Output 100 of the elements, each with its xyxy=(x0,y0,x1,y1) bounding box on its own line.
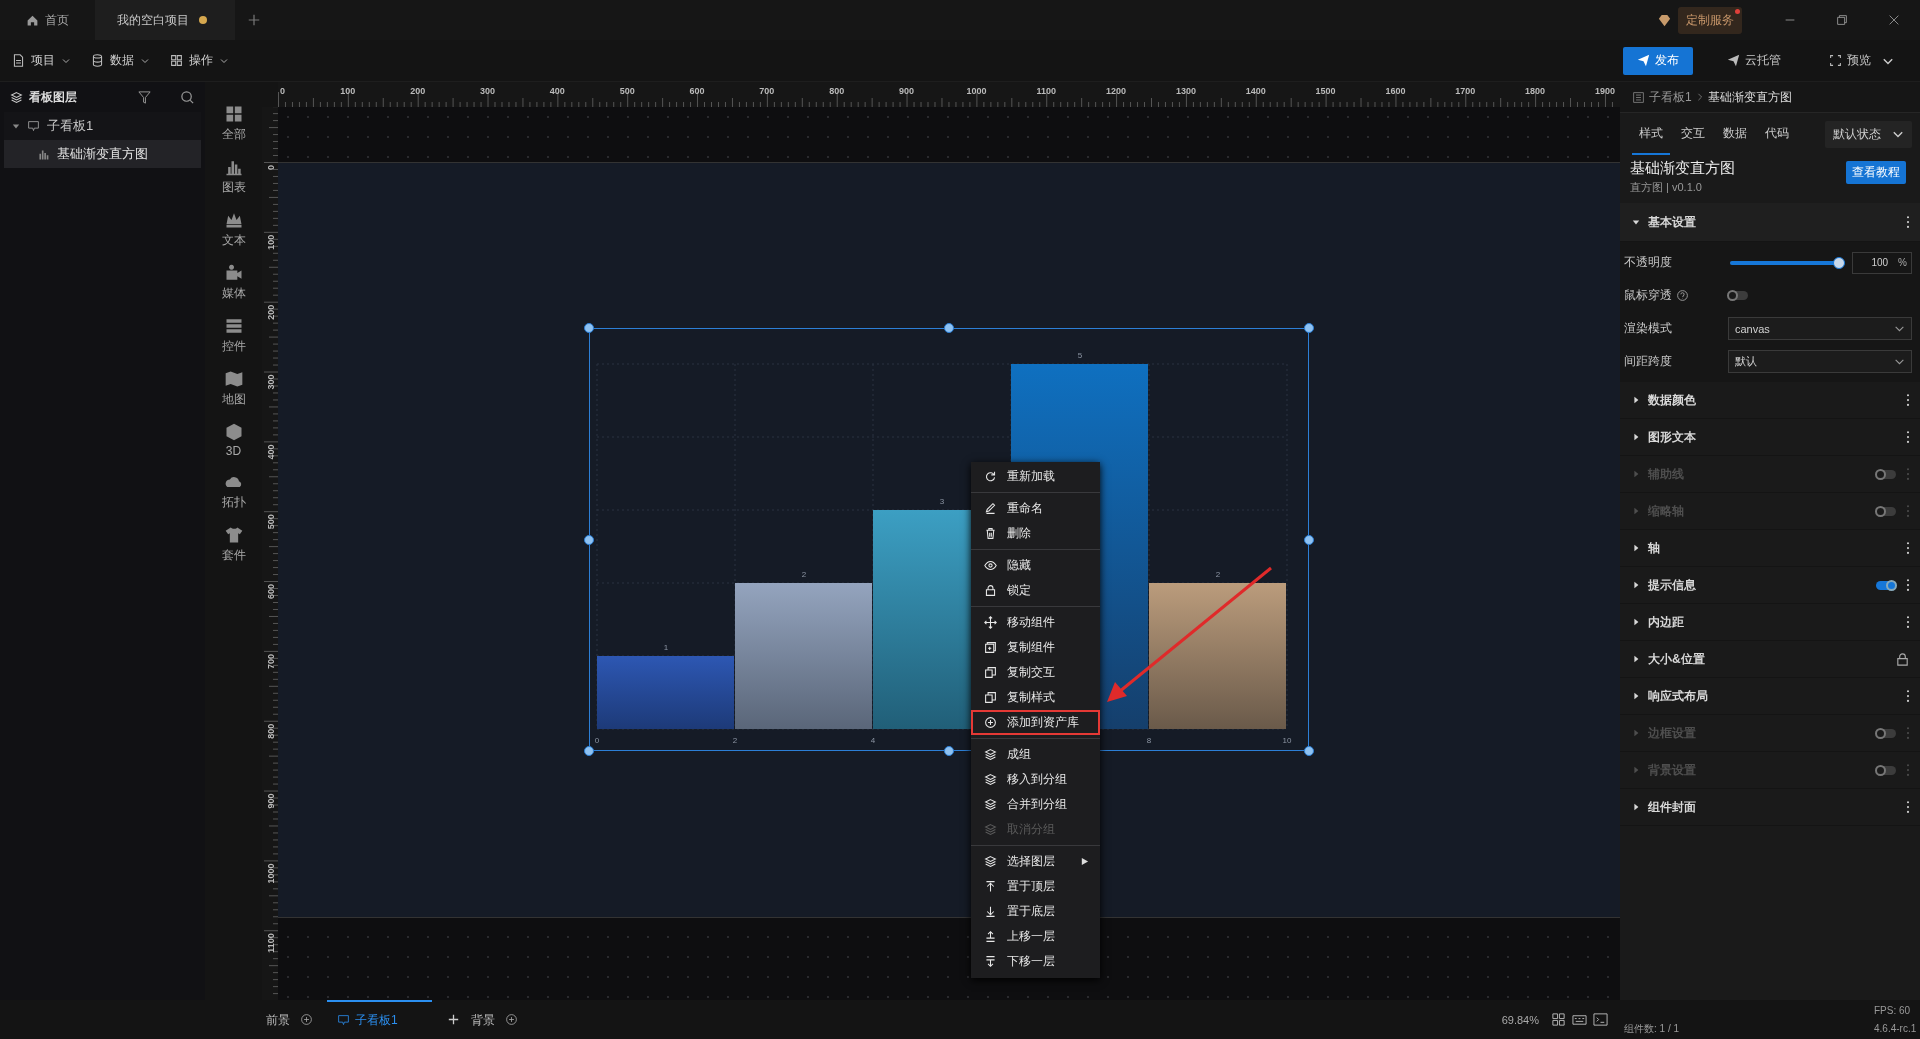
menu-item[interactable]: 复制组件 xyxy=(971,635,1100,660)
section-header[interactable]: 大小&位置 xyxy=(1632,650,1895,668)
inspector-tab[interactable]: 样式 xyxy=(1632,113,1670,155)
caret-icon xyxy=(1632,470,1640,478)
filter-icon[interactable] xyxy=(137,89,152,105)
caret-icon[interactable] xyxy=(12,122,20,130)
menu-item[interactable]: 置于底层 xyxy=(971,899,1100,924)
category-button[interactable]: 控件 xyxy=(221,316,246,355)
menu-item[interactable]: 合并到分组 xyxy=(971,792,1100,817)
ruler-label: 500 xyxy=(266,514,276,530)
menu-item[interactable]: 重新加载 xyxy=(971,464,1100,489)
category-button[interactable]: 全部 xyxy=(221,104,246,143)
menu-item[interactable]: 复制交互 xyxy=(971,660,1100,685)
resize-handle[interactable] xyxy=(584,323,594,333)
layers-icon xyxy=(984,798,997,811)
inspector-tab[interactable]: 代码 xyxy=(1758,113,1796,155)
terminal-icon[interactable] xyxy=(1593,1012,1608,1027)
unit-label: % xyxy=(1898,257,1907,268)
layers-icon xyxy=(984,748,997,761)
category-button[interactable]: 文本 xyxy=(221,210,246,249)
help-icon[interactable] xyxy=(1676,289,1689,302)
toolbar-button[interactable]: 发布 xyxy=(1623,46,1693,75)
axis-tick-label: 0 xyxy=(594,736,600,745)
board-icon xyxy=(27,119,40,133)
ruler-label: 600 xyxy=(689,86,705,96)
resize-handle[interactable] xyxy=(584,534,594,545)
inspector-tab[interactable]: 交互 xyxy=(1674,113,1712,155)
to-top-icon xyxy=(984,880,997,893)
section-header[interactable]: 轴 xyxy=(1632,539,1906,557)
select-dropdown[interactable]: 默认 xyxy=(1728,350,1912,373)
resize-handle[interactable] xyxy=(944,323,954,333)
custom-service-button[interactable]: 定制服务 xyxy=(1678,6,1742,34)
ruler-label: 200 xyxy=(410,86,426,96)
category-button[interactable]: 图表 xyxy=(221,157,246,196)
category-button[interactable]: 媒体 xyxy=(221,263,246,302)
layer-tab[interactable]: 子看板1 xyxy=(327,1000,432,1039)
tutorial-button[interactable]: 查看教程 xyxy=(1846,161,1906,184)
close-icon[interactable] xyxy=(1887,13,1901,27)
ruler-label: 1300 xyxy=(1175,86,1196,96)
menu-button[interactable]: 项目 xyxy=(12,52,71,69)
toggle-switch[interactable] xyxy=(1876,580,1896,590)
menu-item[interactable]: 重命名 xyxy=(971,496,1100,521)
layers-icon xyxy=(984,855,997,868)
menu-item[interactable]: 锁定 xyxy=(971,578,1100,603)
section-header[interactable]: 内边距 xyxy=(1632,613,1906,631)
reload-icon xyxy=(984,470,997,483)
inspector-tab[interactable]: 数据 xyxy=(1716,113,1754,155)
toggle-switch[interactable] xyxy=(1728,291,1748,300)
number-field[interactable]: 100 % xyxy=(1852,251,1912,274)
section-header[interactable]: 图形文本 xyxy=(1632,428,1906,446)
menu-button[interactable]: 数据 xyxy=(91,52,150,69)
category-button[interactable]: 地图 xyxy=(221,369,246,408)
layer-tab[interactable]: 前景 xyxy=(262,1000,294,1039)
breadcrumb-link[interactable]: 子看板1 xyxy=(1649,88,1692,106)
toolbar-button[interactable]: 云托管 xyxy=(1713,46,1795,75)
menu-item[interactable]: 删除 xyxy=(971,521,1100,546)
menu-item[interactable]: 隐藏 xyxy=(971,553,1100,578)
menu-item[interactable]: 置于顶层 xyxy=(971,874,1100,899)
ruler-label: 1900 xyxy=(1594,86,1615,96)
menu-item[interactable]: 上移一层 xyxy=(971,924,1100,949)
ruler-label: 200 xyxy=(266,304,276,320)
opacity-slider[interactable] xyxy=(1728,255,1846,270)
fit-screen-icon[interactable] xyxy=(1551,1012,1566,1027)
resize-handle[interactable] xyxy=(584,746,594,756)
ruler-label: 800 xyxy=(266,723,276,739)
menu-item[interactable]: 选择图层 xyxy=(971,849,1100,874)
toolbar-button[interactable]: 预览 xyxy=(1815,46,1908,75)
section-header[interactable]: 提示信息 xyxy=(1632,576,1876,594)
caret-icon xyxy=(1632,618,1640,626)
tree-item[interactable]: 基础渐变直方图 xyxy=(4,140,201,168)
menu-item[interactable]: 添加到资产库 xyxy=(971,710,1100,735)
ruler-label: 900 xyxy=(899,86,915,96)
state-dropdown[interactable]: 默认状态 xyxy=(1825,120,1912,148)
section-header[interactable]: 数据颜色 xyxy=(1632,391,1906,409)
resize-handle[interactable] xyxy=(1304,746,1314,756)
layer-tab[interactable]: 背景 xyxy=(466,1000,499,1039)
menu-item[interactable]: 复制样式 xyxy=(971,685,1100,710)
project-tab[interactable]: 首页 xyxy=(0,0,95,40)
menu-item[interactable]: 移入到分组 xyxy=(971,767,1100,792)
resize-handle[interactable] xyxy=(1304,323,1314,333)
select-dropdown[interactable]: canvas xyxy=(1728,317,1912,340)
project-tab[interactable]: 我的空白项目 xyxy=(95,0,235,40)
eye-icon xyxy=(984,559,997,572)
resize-handle[interactable] xyxy=(944,746,954,756)
keyboard-icon[interactable] xyxy=(1572,1012,1587,1027)
menu-item[interactable]: 移动组件 xyxy=(971,610,1100,635)
menu-item[interactable]: 下移一层 xyxy=(971,949,1100,974)
category-button[interactable]: 3D xyxy=(223,422,244,458)
category-button[interactable]: 拓扑 xyxy=(221,472,246,511)
resize-handle[interactable] xyxy=(1304,534,1314,545)
restore-icon[interactable] xyxy=(1835,13,1849,27)
menu-button[interactable]: 操作 xyxy=(170,52,229,69)
search-icon[interactable] xyxy=(180,89,195,105)
category-button[interactable]: 套件 xyxy=(221,525,246,564)
zoom-level[interactable]: 69.84% xyxy=(1501,1013,1539,1026)
section-header[interactable]: 组件封面 xyxy=(1632,798,1906,816)
panel-title: 看板图层 xyxy=(29,88,77,106)
ruler-label: 0 xyxy=(280,86,285,96)
lock-icon[interactable] xyxy=(1895,651,1910,667)
section-header[interactable]: 响应式布局 xyxy=(1632,687,1906,705)
